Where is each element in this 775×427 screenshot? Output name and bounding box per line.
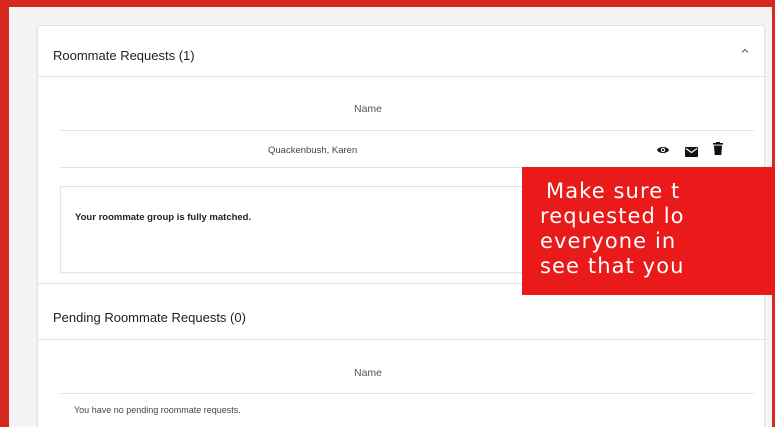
match-status-text: Your roommate group is fully matched. (75, 212, 252, 223)
overlay-line-2: requested lo (540, 204, 685, 228)
chevron-up-icon[interactable] (740, 46, 750, 59)
overlay-line-3: everyone in (540, 229, 677, 253)
overlay-line-1: Make sure t (546, 179, 681, 203)
name-column-header: Name (353, 367, 382, 379)
card-header-divider (38, 339, 764, 340)
pending-requests-card: Pending Roommate Requests (0) Name You h… (37, 283, 765, 427)
name-column-header: Name (353, 103, 382, 115)
instruction-overlay: Make sure t requested lo everyone in see… (522, 167, 775, 295)
roommate-name-cell: Quackenbush, Karen (268, 145, 358, 156)
card-header-divider (38, 76, 764, 77)
overlay-line-4: see that you (540, 254, 685, 278)
trash-icon[interactable] (713, 142, 723, 160)
table-header-divider (60, 393, 754, 394)
roommate-requests-title: Roommate Requests (1) (53, 48, 195, 63)
mail-icon[interactable] (685, 144, 698, 162)
table-row: Quackenbush, Karen (60, 131, 754, 167)
eye-icon[interactable] (656, 143, 670, 161)
empty-requests-message: You have no pending roommate requests. (74, 405, 241, 415)
pending-requests-title: Pending Roommate Requests (0) (53, 310, 246, 325)
